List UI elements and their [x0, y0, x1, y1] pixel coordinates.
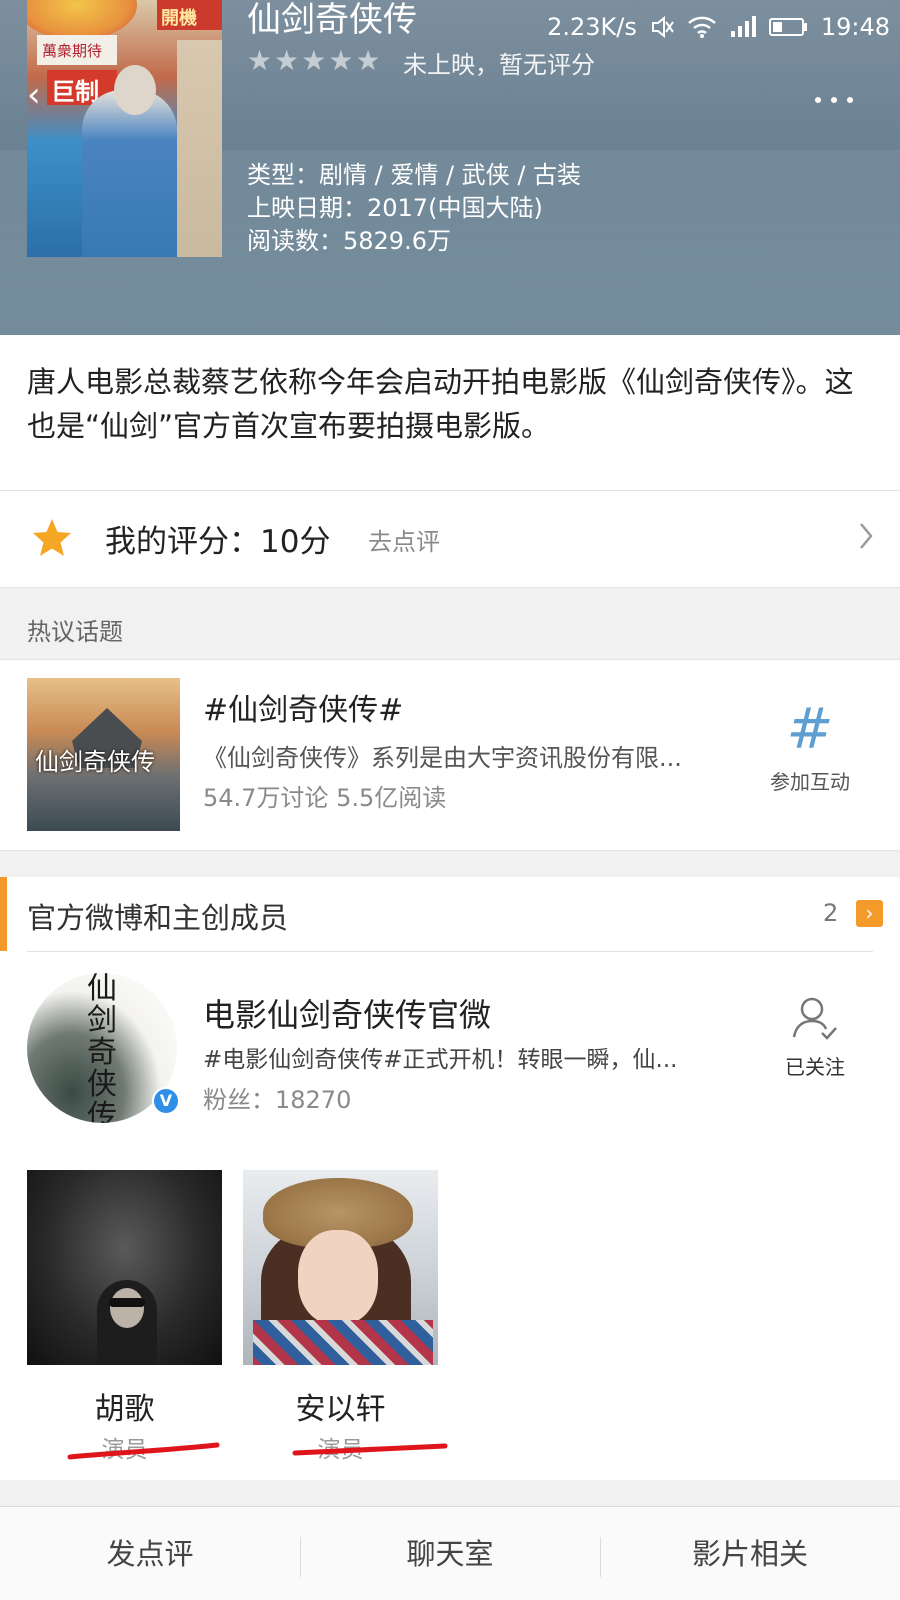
hashtag-icon: # — [786, 697, 834, 762]
section-gap — [0, 850, 900, 877]
star-icon — [33, 519, 71, 556]
my-rating-row[interactable]: 我的评分：10分 去点评 — [0, 491, 900, 587]
poster-sign-right: 開機 — [157, 0, 222, 30]
poster-umbrella — [27, 0, 137, 40]
official-section-title: 官方微博和主创成员 — [27, 901, 289, 935]
topic-stats: 54.7万讨论 5.5亿阅读 — [203, 784, 447, 812]
official-section-header[interactable]: 官方微博和主创成员 2 › — [0, 877, 900, 951]
topic-summary: 《仙剑奇侠传》系列是由大宇资讯股份有限... — [203, 744, 682, 772]
red-underline-annotation — [292, 1443, 448, 1456]
battery-icon — [768, 18, 807, 36]
official-account-row[interactable]: 仙剑奇侠传 V 电影仙剑奇侠传官微 #电影仙剑奇侠传#正式开机！转眼一瞬，仙..… — [0, 955, 900, 1125]
thumbnail-caption: 仙剑奇侠传 — [35, 748, 155, 776]
photo-glasses — [109, 1298, 145, 1307]
back-icon[interactable]: ‹ — [27, 78, 41, 112]
member-photo — [27, 1170, 222, 1365]
release-date-line: 上映日期：2017(中国大陆) — [247, 194, 543, 222]
divider — [0, 587, 900, 588]
photo-face — [110, 1288, 144, 1328]
genre-line: 类型：剧情 / 爱情 / 武侠 / 古装 — [247, 161, 582, 189]
crew-members: 胡歌 演员 安以轩 演员 — [0, 1170, 900, 1490]
dot-icon — [815, 97, 821, 103]
member-name: 安以轩 — [295, 1392, 386, 1427]
movie-title: 仙剑奇侠传 — [247, 0, 417, 40]
go-review-link[interactable]: 去点评 — [368, 522, 440, 557]
photo-shirt — [253, 1320, 433, 1365]
movie-poster[interactable]: 開機 萬衆期待 巨制 — [27, 0, 222, 257]
join-topic-button[interactable]: # 参加互动 — [760, 702, 860, 802]
member-photo — [243, 1170, 438, 1365]
my-rating-label: 我的评分：10分 — [105, 524, 331, 560]
clock-time: 19:48 — [820, 13, 890, 41]
movie-description: 唐人电影总裁蔡艺依称今年会启动开拍电影版《仙剑奇侠传》。这也是“仙剑”官方首次宣… — [27, 365, 854, 443]
more-options-button[interactable] — [804, 85, 864, 115]
official-count: 2 — [823, 899, 839, 927]
rating-status-text: 未上映，暂无评分 — [403, 51, 595, 79]
photo-face — [298, 1230, 378, 1325]
status-bar: 2.23K/s 19:48 — [520, 10, 890, 44]
chevron-right-icon[interactable]: › — [856, 900, 883, 927]
divider — [0, 850, 900, 851]
poster-sign-top: 萬衆期待 — [37, 35, 117, 65]
star-icon: ★ — [301, 44, 327, 77]
star-icon: ★ — [274, 44, 300, 77]
following-button[interactable]: 已关注 — [770, 995, 860, 1080]
hot-topics-caption: 热议话题 — [27, 618, 123, 646]
join-topic-label: 参加互动 — [770, 770, 850, 794]
following-label: 已关注 — [785, 1055, 845, 1079]
poster-person — [82, 90, 177, 257]
tab-write-review[interactable]: 发点评 — [0, 1507, 300, 1600]
wifi-icon — [687, 16, 716, 38]
section-gap — [0, 587, 900, 659]
member-card[interactable]: 安以轩 演员 — [243, 1170, 438, 1480]
tab-movie-related[interactable]: 影片相关 — [600, 1507, 900, 1600]
star-icon: ★ — [355, 44, 381, 77]
verified-badge-icon: V — [152, 1087, 180, 1115]
account-latest-post: #电影仙剑奇侠传#正式开机！转眼一瞬，仙... — [203, 1047, 678, 1073]
hot-topic-card[interactable]: 仙剑奇侠传 #仙剑奇侠传# 《仙剑奇侠传》系列是由大宇资讯股份有限... 54.… — [0, 660, 900, 850]
signal-icon — [730, 16, 756, 37]
read-count-line: 阅读数：5829.6万 — [247, 227, 451, 255]
poster-person-head — [114, 65, 156, 115]
poster-background — [177, 40, 222, 257]
account-fans-count: 粉丝：18270 — [203, 1086, 352, 1114]
red-underline-annotation — [67, 1442, 220, 1460]
movie-header: 開機 萬衆期待 巨制 ‹ 仙剑奇侠传 ★ ★ ★ ★ ★ 未上映，暂无评分 类型… — [0, 0, 900, 335]
tab-chat-room[interactable]: 聊天室 — [300, 1507, 600, 1600]
network-speed: 2.23K/s — [547, 13, 637, 41]
topic-thumbnail: 仙剑奇侠传 — [27, 678, 180, 831]
topic-title: #仙剑奇侠传# — [203, 693, 404, 728]
mute-icon — [651, 15, 674, 39]
section-accent-bar — [0, 877, 7, 951]
divider — [27, 951, 873, 952]
rating-stars: ★ ★ ★ ★ ★ — [247, 46, 381, 76]
star-icon: ★ — [328, 44, 354, 77]
member-card[interactable]: 胡歌 演员 — [27, 1170, 222, 1480]
user-followed-icon — [792, 997, 837, 1040]
dot-icon — [847, 97, 853, 103]
star-icon: ★ — [247, 44, 273, 77]
avatar-calligraphy: 仙剑奇侠传 — [87, 973, 117, 1123]
dot-icon — [831, 97, 837, 103]
member-name: 胡歌 — [94, 1392, 155, 1427]
section-gap — [0, 1480, 900, 1506]
bottom-action-bar: 发点评 聊天室 影片相关 — [0, 1506, 900, 1600]
account-name: 电影仙剑奇侠传官微 — [203, 996, 492, 1034]
chevron-right-icon — [860, 523, 873, 549]
